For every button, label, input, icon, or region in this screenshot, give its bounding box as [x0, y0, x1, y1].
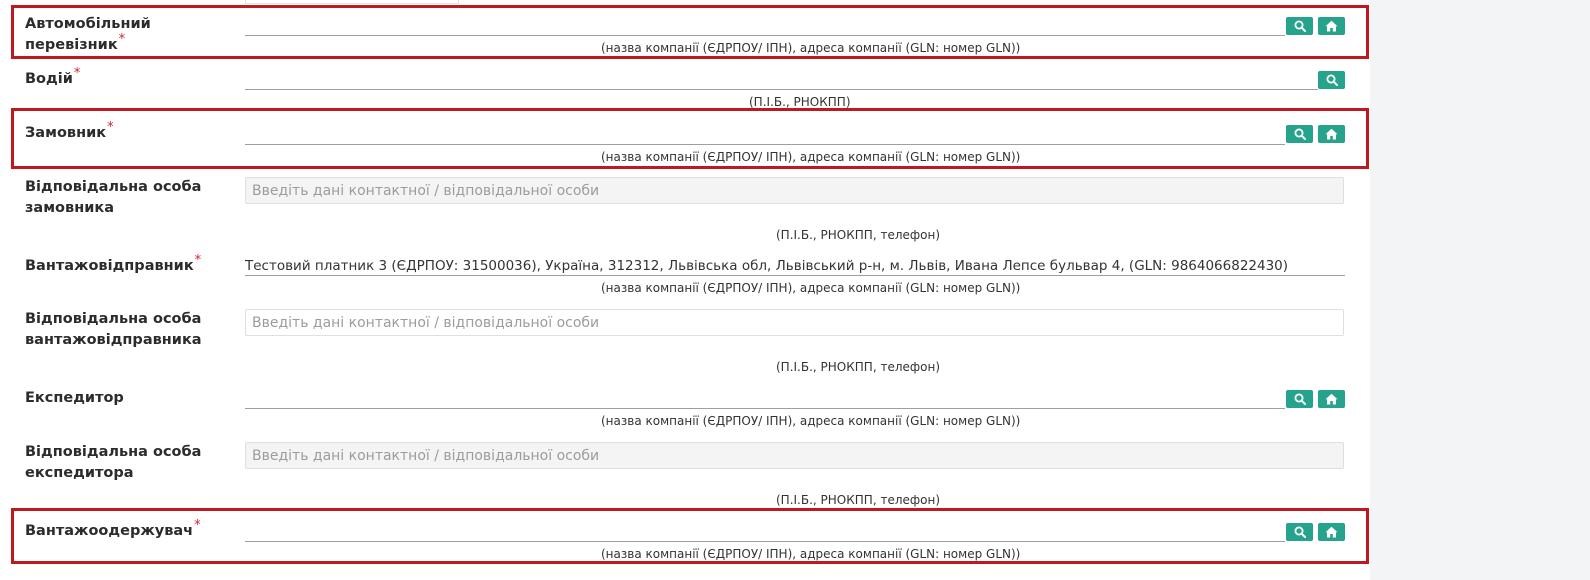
shipper-hint: (назва компанії (ЄДРПОУ/ ІПН), адреса ко… — [601, 281, 1021, 295]
shipper-label: Вантажовідправник* — [25, 253, 202, 274]
forwarder-hint: (назва компанії (ЄДРПОУ/ ІПН), адреса ко… — [601, 414, 1021, 428]
forwarder-label: Експедитор — [25, 390, 124, 406]
forwarder-contact-hint: (П.І.Б., РНОКПП, телефон) — [776, 493, 941, 507]
forwarder-contact-label: Відповідальна особа експедитора — [25, 444, 202, 481]
driver-hint: (П.І.Б., РНОКПП) — [749, 95, 851, 109]
driver-field[interactable] — [245, 89, 1318, 90]
search-icon — [1294, 393, 1306, 405]
forwarder-home-button[interactable] — [1318, 390, 1345, 408]
shipper-contact-hint: (П.І.Б., РНОКПП, телефон) — [776, 360, 941, 374]
carrier-highlight-box — [11, 5, 1369, 59]
driver-label: Водій* — [25, 66, 81, 87]
previous-field-edge — [245, 0, 459, 4]
forwarder-contact-input[interactable] — [245, 442, 1344, 469]
shipper-contact-label: Відповідальна особа вантажовідправника — [25, 311, 202, 348]
driver-search-button[interactable] — [1318, 71, 1345, 89]
shipper-value[interactable]: Тестовий платник 3 (ЄДРПОУ: 31500036), У… — [245, 257, 1288, 275]
forwarder-search-button[interactable] — [1286, 390, 1313, 408]
form-panel: Автомобільний перевізник* (назва компані… — [0, 0, 1370, 580]
customer-contact-label: Відповідальна особа замовника — [25, 179, 202, 216]
customer-contact-hint: (П.І.Б., РНОКПП, телефон) — [776, 228, 941, 242]
forwarder-field[interactable] — [245, 408, 1285, 409]
shipper-contact-input[interactable] — [245, 309, 1344, 336]
shipper-field-underline — [245, 275, 1345, 276]
required-mark: * — [73, 66, 81, 81]
required-mark: * — [194, 253, 202, 268]
customer-highlight-box — [11, 108, 1369, 169]
search-icon — [1326, 74, 1338, 86]
consignee-highlight-box — [11, 508, 1369, 564]
customer-contact-input[interactable] — [245, 177, 1344, 204]
home-icon — [1325, 393, 1338, 405]
